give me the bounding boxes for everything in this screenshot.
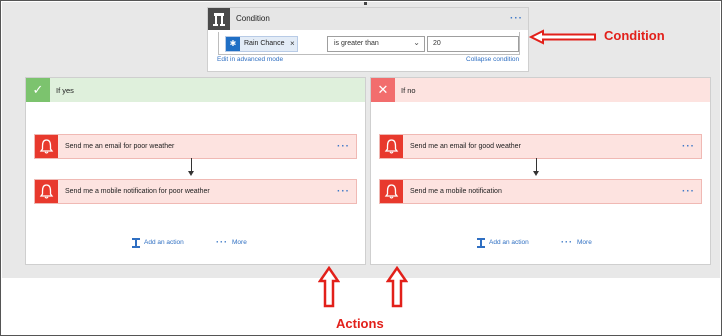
- condition-pointer-arrow: [529, 29, 596, 45]
- action-notification-poor-weather[interactable]: Send me a mobile notification for poor w…: [34, 179, 357, 204]
- bell-icon: [35, 180, 58, 203]
- action-email-good-weather[interactable]: Send me an email for good weather ···: [379, 134, 702, 159]
- operator-dropdown[interactable]: is greater than ⌄: [327, 36, 425, 52]
- actions-annotation: Actions: [336, 316, 384, 331]
- actions-pointer-arrow-right: [386, 266, 408, 308]
- if-yes-title: If yes: [56, 86, 74, 95]
- token-label: Rain Chance: [244, 40, 285, 47]
- actions-pointer-arrow-left: [318, 266, 340, 308]
- bell-icon: [380, 180, 403, 203]
- rain-chance-token[interactable]: ✱ Rain Chance ×: [225, 36, 298, 52]
- action-label: Send me an email for poor weather: [65, 143, 175, 150]
- value-text: 20: [433, 40, 441, 47]
- add-action-link[interactable]: Add an action: [144, 239, 184, 246]
- more-link[interactable]: More: [577, 239, 592, 246]
- if-no-title: If no: [401, 86, 416, 95]
- close-icon: ✕: [371, 78, 395, 102]
- flow-arrow-head: [533, 171, 539, 176]
- action-mobile-notification[interactable]: Send me a mobile notification ···: [379, 179, 702, 204]
- action-menu-button[interactable]: ···: [682, 187, 695, 197]
- designer-canvas: Condition ··· ✱ Rain Chance × is greater…: [2, 2, 720, 278]
- more-link[interactable]: More: [232, 239, 247, 246]
- more-icon[interactable]: ···: [216, 237, 228, 247]
- weather-icon: ✱: [226, 37, 240, 51]
- add-action-icon: [477, 238, 485, 248]
- if-no-panel: ✕ If no Send me an email for good weathe…: [370, 77, 711, 265]
- condition-icon: [208, 8, 230, 30]
- operator-value: is greater than: [334, 40, 379, 47]
- condition-card[interactable]: Condition ··· ✱ Rain Chance × is greater…: [207, 7, 529, 72]
- if-yes-header[interactable]: ✓ If yes: [26, 78, 365, 102]
- token-remove-icon[interactable]: ×: [290, 39, 295, 48]
- condition-annotation: Condition: [604, 28, 665, 43]
- more-icon[interactable]: ···: [561, 237, 573, 247]
- action-menu-button[interactable]: ···: [682, 142, 695, 152]
- value-input[interactable]: 20: [427, 36, 519, 52]
- condition-title: Condition: [236, 14, 270, 23]
- action-menu-button[interactable]: ···: [337, 187, 350, 197]
- check-icon: ✓: [26, 78, 50, 102]
- connector-stub: [364, 2, 367, 5]
- collapse-condition-link[interactable]: Collapse condition: [466, 56, 519, 63]
- add-action-link[interactable]: Add an action: [489, 239, 529, 246]
- condition-menu-button[interactable]: ···: [510, 14, 523, 24]
- if-yes-panel: ✓ If yes Send me an email for poor weath…: [25, 77, 366, 265]
- screenshot-frame: Condition ··· ✱ Rain Chance × is greater…: [0, 0, 722, 336]
- if-no-header[interactable]: ✕ If no: [371, 78, 710, 102]
- action-label: Send me a mobile notification: [410, 188, 502, 195]
- bell-icon: [380, 135, 403, 158]
- bell-icon: [35, 135, 58, 158]
- chevron-down-icon: ⌄: [413, 38, 420, 47]
- condition-header[interactable]: Condition ···: [208, 8, 528, 30]
- condition-row: ✱ Rain Chance × is greater than ⌄ 20: [218, 32, 520, 55]
- action-label: Send me an email for good weather: [410, 143, 521, 150]
- action-label: Send me a mobile notification for poor w…: [65, 188, 210, 195]
- edit-advanced-link[interactable]: Edit in advanced mode: [217, 56, 283, 63]
- flow-arrow-head: [188, 171, 194, 176]
- action-menu-button[interactable]: ···: [337, 142, 350, 152]
- action-email-poor-weather[interactable]: Send me an email for poor weather ···: [34, 134, 357, 159]
- add-action-icon: [132, 238, 140, 248]
